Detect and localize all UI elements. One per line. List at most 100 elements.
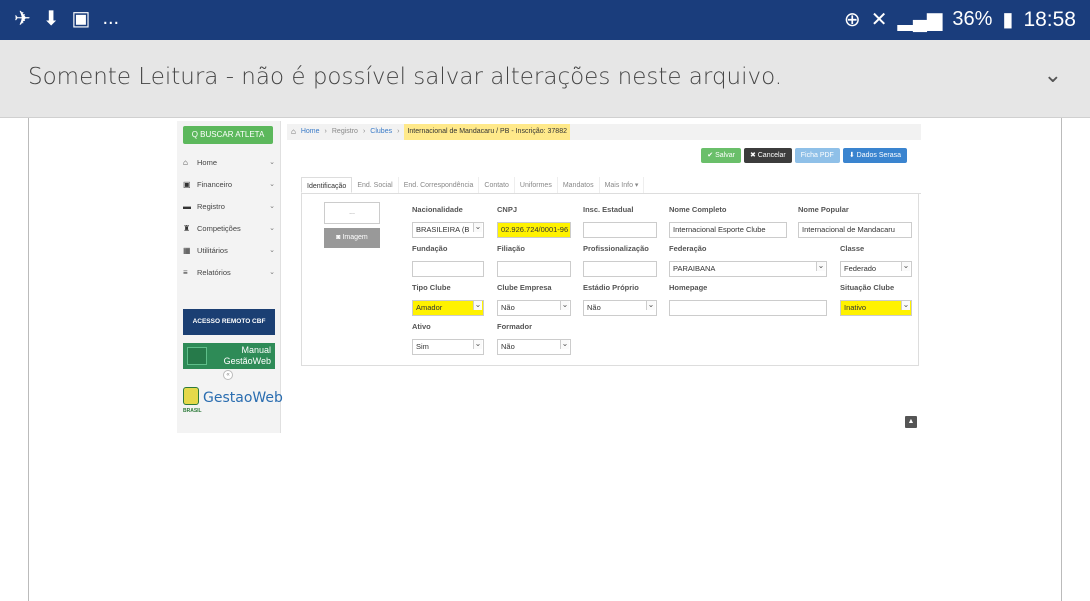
tab-bar: Identificação End. Social End. Correspon… [301,177,921,194]
breadcrumb-separator: › [397,128,400,135]
location-icon: ⊕ [843,9,861,31]
sidebar-item-registro[interactable]: ▬ Registro ⌄ [183,197,275,217]
sidebar-item-utilitarios[interactable]: ▦ Utilitários ⌄ [183,241,275,261]
voicemail-icon: ▣ [71,8,91,30]
label-formador: Formador [497,322,533,331]
logo-text: GestaoWeb [203,390,283,406]
status-bar: ✈ ⬇ ▣ ... ⊕ ✕ ▂▄▆ 36% ▮ 18:58 [0,0,1090,40]
embedded-screenshot: Q BUSCAR ATLETA ⌂ Home ⌄ ▣ Financeiro ⌄ ▬ R… [177,121,921,433]
label-homepage: Homepage [669,283,708,292]
more-notifications-icon: ... [102,7,120,29]
buscar-atleta-button[interactable]: Q BUSCAR ATLETA [183,126,273,144]
situacao-clube-select[interactable]: Inativo [840,300,912,316]
upload-image-button[interactable]: ◙ Imagem [324,228,380,248]
label-classe: Classe [840,244,865,253]
nome-completo-field[interactable]: Internacional Esporte Clube [669,222,787,238]
breadcrumb-registro[interactable]: Registro [332,124,358,140]
label-nacionalidade: Nacionalidade [412,205,463,214]
fundacao-field[interactable] [412,261,484,277]
breadcrumb-clubes[interactable]: Clubes [370,124,392,140]
grid-icon: ▦ [183,246,191,255]
tab-end-correspondencia[interactable]: End. Correspondência [399,177,480,193]
label-federacao: Federação [669,244,707,253]
collapse-sidebar-icon[interactable]: « [223,370,233,380]
tab-uniformes[interactable]: Uniformes [515,177,558,193]
breadcrumb: ⌂ Home › Registro › Clubes › Internacion… [287,124,921,140]
usb-icon: ✈ [14,8,31,30]
save-button[interactable]: ✔ Salvar [701,148,741,163]
sidebar-item-financeiro[interactable]: ▣ Financeiro ⌄ [183,175,275,195]
main-content: ⌂ Home › Registro › Clubes › Internacion… [287,121,921,433]
label-tipo-clube: Tipo Clube [412,283,451,292]
mute-icon: ✕ [870,9,888,31]
label-nome-completo: Nome Completo [669,205,727,214]
cancel-button[interactable]: ✖ Cancelar [743,148,792,163]
gestaoweb-logo: GestaoWeb BRASIL [181,383,283,419]
estadio-proprio-select[interactable]: Não [583,300,657,316]
sidebar-item-relatorios[interactable]: ≡ Relatórios ⌄ [183,263,275,283]
read-only-banner: Somente Leitura - não é possível salvar … [0,40,1090,118]
tab-identificacao[interactable]: Identificação [301,177,353,193]
label-ativo: Ativo [412,322,431,331]
sidebar-item-label: Home [197,158,218,167]
read-only-message: Somente Leitura - não é possível salvar … [28,64,783,90]
sidebar-item-label: Utilitários [197,246,228,255]
scroll-top-button[interactable]: ▲ [905,416,917,428]
profissionalizacao-field[interactable] [583,261,657,277]
chevron-down-icon[interactable]: ⌄ [1044,62,1062,88]
home-icon: ⌂ [183,158,188,167]
chevron-down-icon: ⌄ [269,247,275,254]
sidebar-item-label: Financeiro [197,180,233,189]
signal-icon: ▂▄▆ [897,9,943,31]
insc-estadual-field[interactable] [583,222,657,238]
sidebar-item-label: Relatórios [197,268,231,277]
acesso-remoto-cbf-banner[interactable]: ACESSO REMOTO CBF [183,309,275,335]
breadcrumb-home[interactable]: Home [301,124,320,140]
chevron-down-icon: ⌄ [269,225,275,232]
sidebar-item-label: Registro [197,202,225,211]
nacionalidade-select[interactable]: BRASILEIRA (B [412,222,484,238]
tab-end-social[interactable]: End. Social [352,177,399,193]
home-icon: ⌂ [291,127,296,136]
dados-serasa-button[interactable]: ⬇ Dados Serasa [842,148,907,163]
chevron-down-icon: ⌄ [269,181,275,188]
chevron-down-icon: ⌄ [269,269,275,276]
status-right: ⊕ ✕ ▂▄▆ 36% ▮ 18:58 [844,7,1076,32]
label-fundacao: Fundação [412,244,448,253]
logo-subtext: BRASIL [183,408,202,414]
classe-select[interactable]: Federado [840,261,912,277]
manual-gestaoweb-button[interactable]: Manual GestãoWeb [183,343,275,369]
list-icon: ≡ [183,268,188,277]
label-clube-empresa: Clube Empresa [497,283,552,292]
label-nome-popular: Nome Popular [798,205,849,214]
label-insc-estadual: Insc. Estadual [583,205,634,214]
filiacao-field[interactable] [497,261,571,277]
tab-contato[interactable]: Contato [479,177,515,193]
ativo-select[interactable]: Sim [412,339,484,355]
federacao-select[interactable]: PARAIBANA [669,261,827,277]
upload-image-label: Imagem [342,234,368,241]
tab-mandatos[interactable]: Mandatos [558,177,600,193]
formador-select[interactable]: Não [497,339,571,355]
nome-popular-field[interactable]: Internacional de Mandacaru [798,222,912,238]
sidebar-item-competicoes[interactable]: ♜ Competições ⌄ [183,219,275,239]
homepage-field[interactable] [669,300,827,316]
money-icon: ▣ [183,180,191,189]
identificacao-panel: ... ◙ Imagem Nacionalidade BRASILEIRA (B… [301,194,919,366]
cbf-crest-icon [183,387,199,405]
cnpj-field[interactable]: 02.926.724/0001-96 [497,222,571,238]
sidebar-item-home[interactable]: ⌂ Home ⌄ [183,153,275,173]
label-cnpj: CNPJ [497,205,518,214]
tipo-clube-select[interactable]: Amador [412,300,484,316]
briefcase-icon: ▬ [183,202,191,211]
clube-empresa-select[interactable]: Não [497,300,571,316]
tab-mais-info[interactable]: Mais Info ▾ [600,177,645,193]
label-profissionalizacao: Profissionalização [583,244,649,253]
label-estadio-proprio: Estádio Próprio [583,283,639,292]
ficha-pdf-button[interactable]: Ficha PDF [794,148,840,163]
document-page[interactable]: Q BUSCAR ATLETA ⌂ Home ⌄ ▣ Financeiro ⌄ ▬ R… [28,118,1062,601]
breadcrumb-current: Internacional de Mandacaru / PB - Inscri… [404,124,570,140]
trophy-icon: ♜ [183,224,191,233]
breadcrumb-separator: › [324,128,327,135]
action-toolbar: ✔ Salvar ✖ Cancelar Ficha PDF ⬇ Dados Se… [701,148,907,163]
